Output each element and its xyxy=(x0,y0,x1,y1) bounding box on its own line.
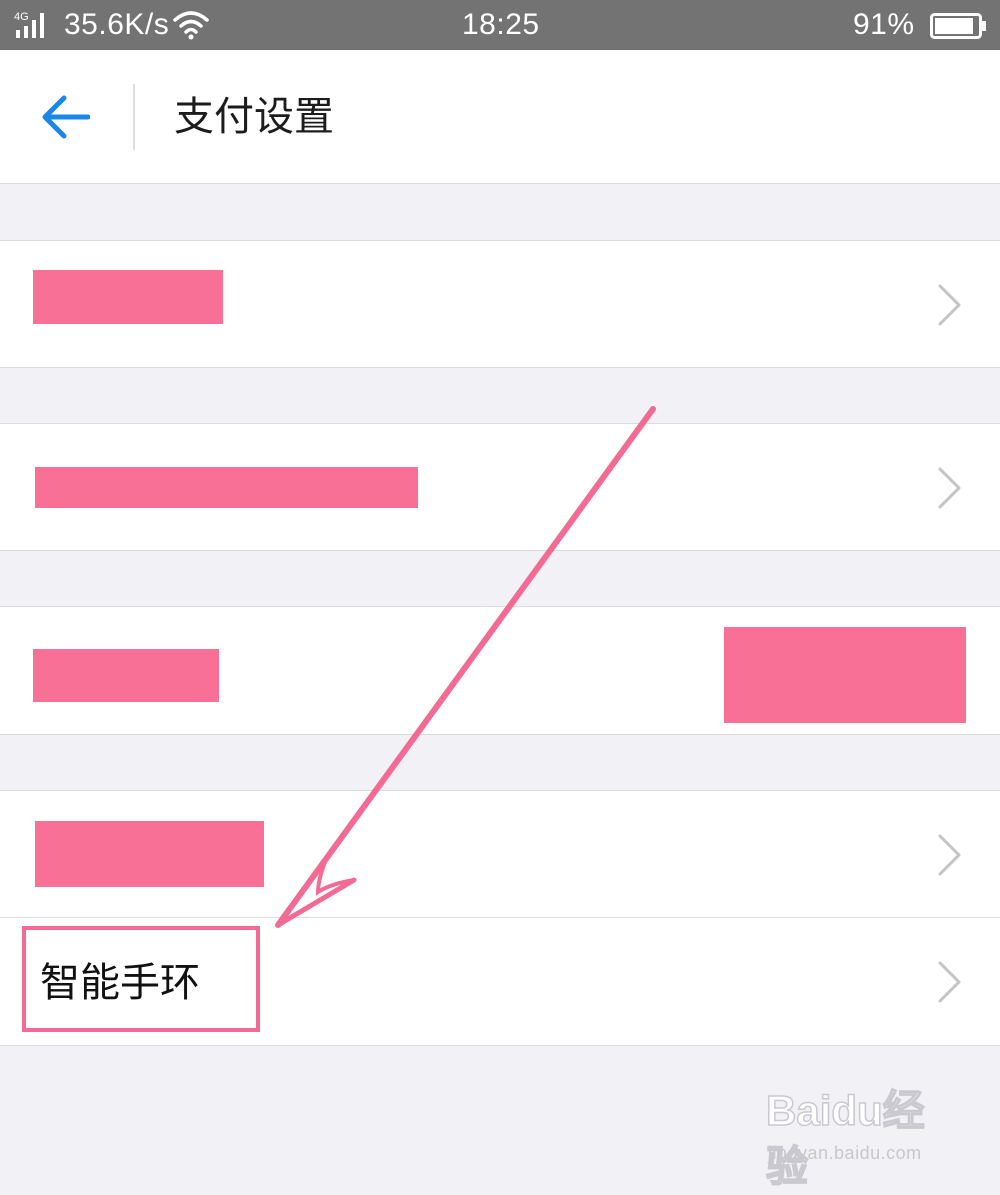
chevron-right-icon xyxy=(938,961,961,1003)
chevron-right-icon xyxy=(938,834,961,876)
list-item[interactable] xyxy=(0,240,1000,368)
battery-percent: 91% xyxy=(853,8,915,41)
watermark-url: jingyan.baidu.com xyxy=(768,1143,922,1163)
signal-icon: 4G xyxy=(14,10,60,45)
list-item[interactable] xyxy=(0,606,1000,735)
clock: 18:25 xyxy=(462,8,540,41)
header: 支付设置 xyxy=(0,50,1000,184)
page-title: 支付设置 xyxy=(174,94,334,140)
redacted-label xyxy=(33,270,223,324)
redacted-label xyxy=(35,821,264,887)
watermark-brand: Baidu经验 xyxy=(765,1086,925,1191)
watermark: Baidu经验 jingyan.baidu.com xyxy=(765,1083,966,1191)
battery-icon xyxy=(930,13,988,44)
arrow-left-icon xyxy=(42,95,90,139)
list-item[interactable] xyxy=(0,790,1000,918)
network-speed: 35.6K/s xyxy=(64,8,170,41)
redacted-value xyxy=(724,627,966,723)
chevron-right-icon xyxy=(938,284,961,326)
back-button[interactable] xyxy=(26,80,106,154)
network-type: 4G xyxy=(14,11,29,23)
annotation-highlight-box xyxy=(22,926,260,1032)
list-item[interactable] xyxy=(0,423,1000,551)
status-bar: 4G 35.6K/s 18:25 91% xyxy=(0,0,1000,50)
redacted-label xyxy=(33,649,219,702)
wifi-icon xyxy=(172,10,210,45)
redacted-label xyxy=(35,467,418,508)
title-divider xyxy=(133,84,135,150)
chevron-right-icon xyxy=(938,467,961,509)
